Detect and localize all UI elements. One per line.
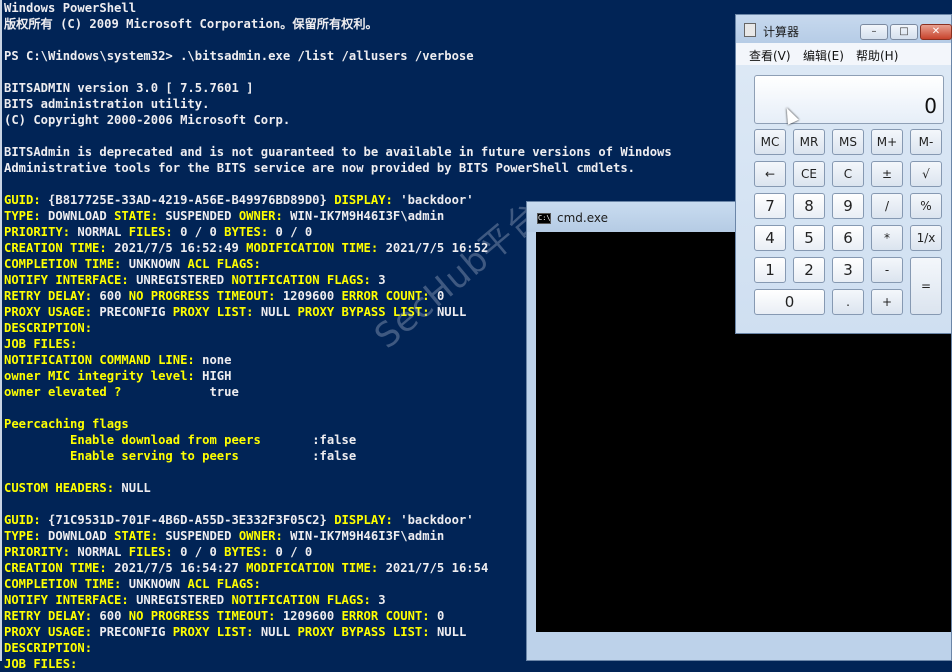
console-line: BITSAdmin is deprecated and is not guara… [4, 145, 672, 159]
cmd-title: cmd.exe [557, 211, 609, 225]
key-decimal-button[interactable]: . [832, 289, 864, 315]
console-line: PS C:\Windows\system32> .\bitsadmin.exe … [4, 49, 474, 63]
key-digit-1-button[interactable]: 1 [754, 257, 786, 283]
key-multiply-button[interactable]: * [871, 225, 903, 251]
key-ms-button[interactable]: MS [832, 129, 864, 155]
key-equals-button[interactable]: = [910, 257, 942, 315]
calculator-window[interactable]: 计算器 – □ ✕ 查看(V) 编辑(E) 帮助(H) 0 MC MR MS M+ M-… [735, 14, 952, 334]
calculator-icon [744, 23, 756, 37]
console-line: Windows PowerShell [4, 1, 137, 15]
display-value: 0 [924, 94, 937, 118]
key-digit-0-button[interactable]: 0 [754, 289, 825, 315]
key-divide-button[interactable]: / [871, 193, 903, 219]
key-mminus-button[interactable]: M- [910, 129, 942, 155]
key-digit-3-button[interactable]: 3 [832, 257, 864, 283]
console-line: BITS administration utility. [4, 97, 210, 111]
key-mr-button[interactable]: MR [793, 129, 825, 155]
key-digit-8-button[interactable]: 8 [793, 193, 825, 219]
console-line: 版权所有 (C) 2009 Microsoft Corporation。保留所有… [4, 17, 378, 31]
key-reciprocal-button[interactable]: 1/x [910, 225, 942, 251]
key-add-button[interactable]: + [871, 289, 903, 315]
key-digit-2-button[interactable]: 2 [793, 257, 825, 283]
console-line: (C) Copyright 2000-2006 Microsoft Corp. [4, 113, 291, 127]
calculator-display: 0 [754, 75, 944, 124]
console-line: BITSADMIN version 3.0 [ 7.5.7601 ] [4, 81, 254, 95]
minimize-icon[interactable]: – [860, 24, 888, 40]
key-sqrt-button[interactable]: √ [910, 161, 942, 187]
key-mc-button[interactable]: MC [754, 129, 786, 155]
calculator-menubar: 查看(V) 编辑(E) 帮助(H) [736, 43, 951, 65]
key-negate-button[interactable]: ± [871, 161, 903, 187]
calculator-titlebar[interactable]: 计算器 – □ ✕ [736, 15, 952, 43]
menu-help[interactable]: 帮助(H) [856, 47, 898, 64]
menu-view[interactable]: 查看(V) [749, 47, 791, 64]
close-icon[interactable]: ✕ [920, 24, 952, 40]
calculator-title: 计算器 [763, 25, 800, 39]
key-backspace-button[interactable]: ← [754, 161, 786, 187]
key-ce-button[interactable]: CE [793, 161, 825, 187]
key-digit-5-button[interactable]: 5 [793, 225, 825, 251]
key-mplus-button[interactable]: M+ [871, 129, 903, 155]
menu-edit[interactable]: 编辑(E) [803, 47, 844, 64]
console-line: Administrative tools for the BITS servic… [4, 161, 636, 175]
key-digit-4-button[interactable]: 4 [754, 225, 786, 251]
key-digit-9-button[interactable]: 9 [832, 193, 864, 219]
console-icon: C:\ [537, 213, 551, 224]
maximize-icon[interactable]: □ [890, 24, 918, 40]
key-subtract-button[interactable]: - [871, 257, 903, 283]
key-percent-button[interactable]: % [910, 193, 942, 219]
key-digit-7-button[interactable]: 7 [754, 193, 786, 219]
key-clear-button[interactable]: C [832, 161, 864, 187]
key-digit-6-button[interactable]: 6 [832, 225, 864, 251]
